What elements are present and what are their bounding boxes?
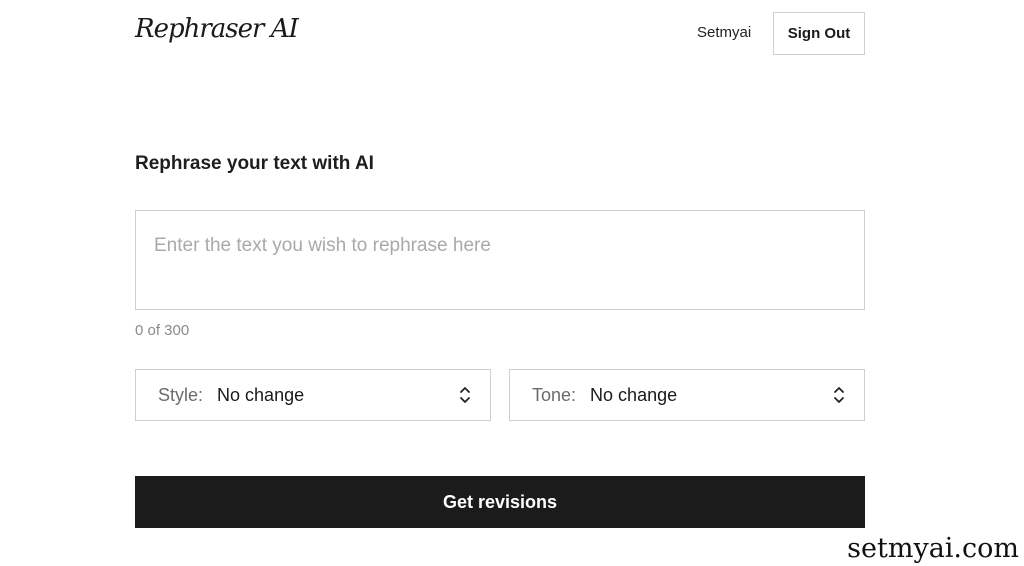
- page-heading: Rephrase your text with AI: [135, 153, 374, 174]
- style-select[interactable]: Style: No change: [135, 369, 491, 421]
- tone-select-value: No change: [590, 384, 678, 405]
- get-revisions-button[interactable]: Get revisions: [135, 476, 865, 528]
- chevron-up-down-icon: [834, 387, 844, 403]
- chevron-up-down-icon: [460, 387, 470, 403]
- style-select-label: Style:: [158, 384, 204, 405]
- rephrase-text-input[interactable]: [135, 210, 865, 310]
- watermark-text: setmyai.com: [845, 533, 1021, 564]
- username-label: Setmyai: [697, 24, 752, 41]
- tone-select-label: Tone:: [532, 384, 577, 405]
- character-counter: 0 of 300: [135, 322, 190, 339]
- tone-select[interactable]: Tone: No change: [509, 369, 865, 421]
- app-logo[interactable]: Rephraser AI: [135, 14, 299, 44]
- style-select-value: No change: [217, 384, 305, 405]
- sign-out-button[interactable]: Sign Out: [773, 12, 865, 55]
